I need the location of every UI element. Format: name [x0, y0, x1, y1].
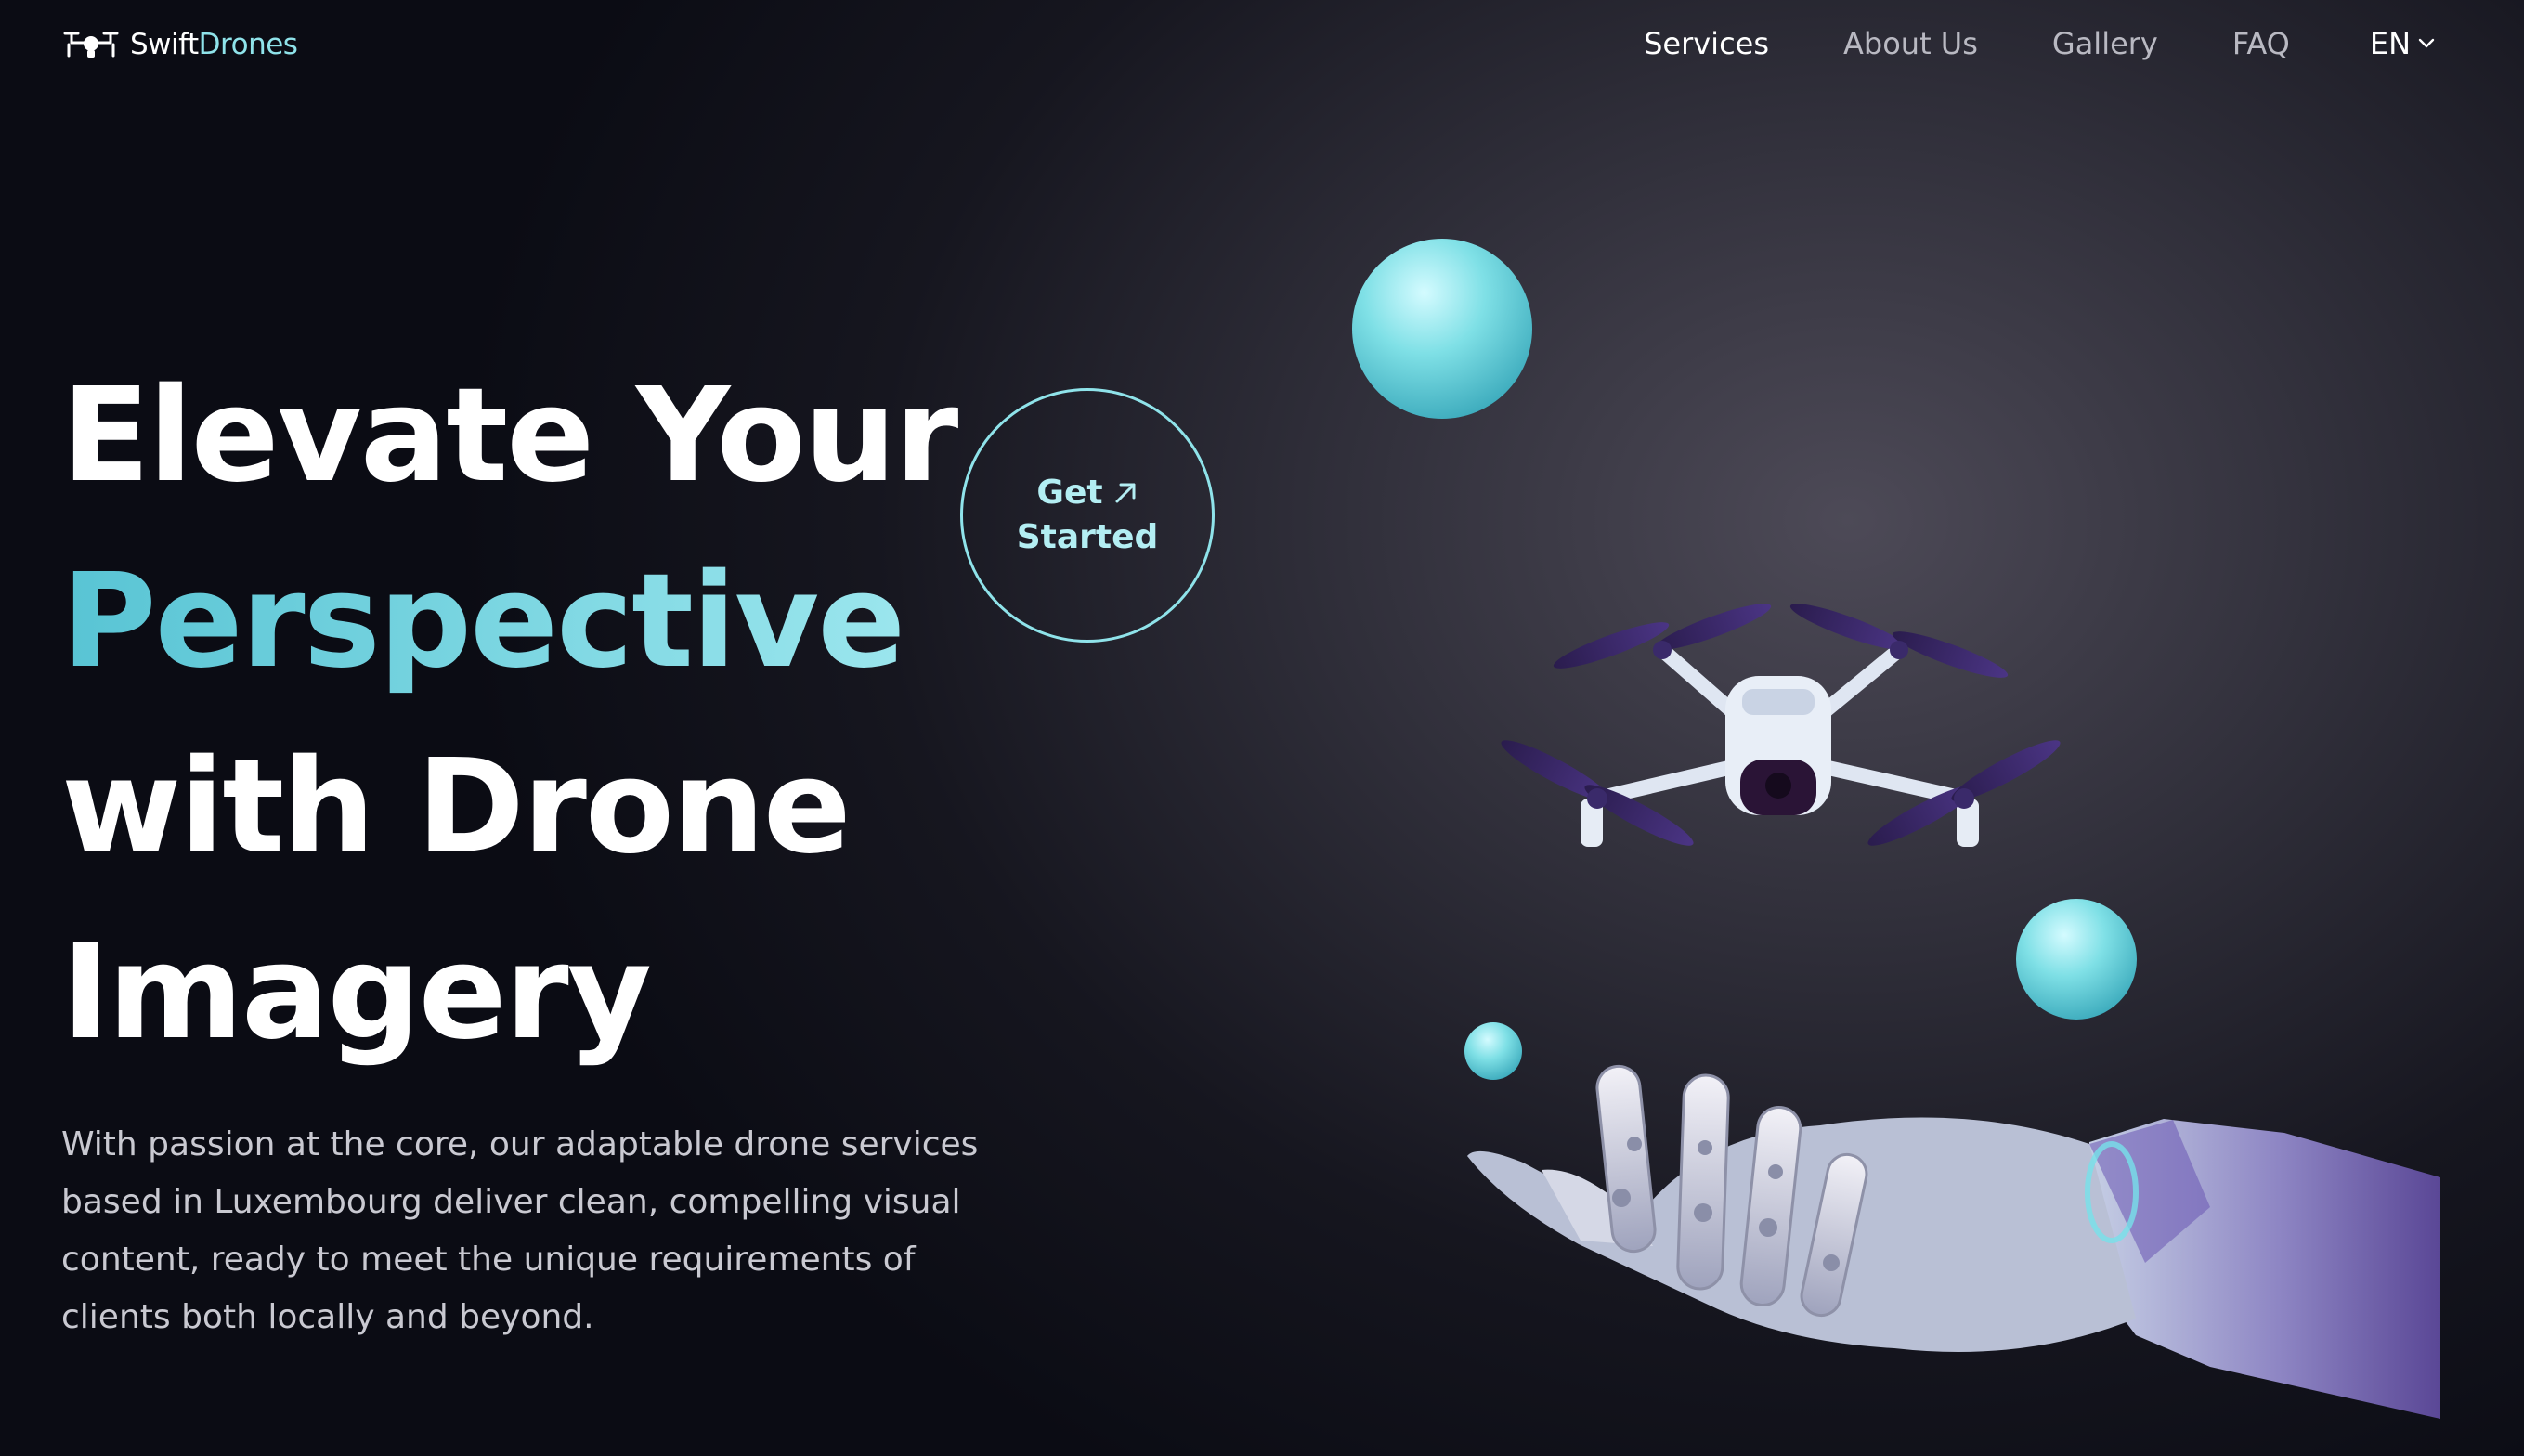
arrow-up-right-icon: [1115, 483, 1136, 503]
nav-links: Services About Us Gallery FAQ EN: [1569, 26, 2435, 61]
headline-line-4: Imagery: [61, 917, 652, 1069]
headline-line-3: with Drone: [61, 732, 852, 883]
nav-link-about-us[interactable]: About Us: [1843, 26, 1978, 61]
top-nav: SwiftDrones Services About Us Gallery FA…: [0, 0, 2524, 93]
drone-icon: [1501, 604, 2061, 847]
chevron-down-icon: [2418, 38, 2435, 48]
brand-name-part1: Swift: [130, 28, 199, 61]
language-label: EN: [2369, 26, 2411, 61]
drone-logo-icon: [63, 32, 119, 58]
landing-page: SwiftDrones Services About Us Gallery FA…: [0, 0, 2524, 1456]
sphere-icon: [1464, 1022, 1522, 1080]
hero-description: With passion at the core, our adaptable …: [61, 1125, 979, 1336]
brand-logo[interactable]: SwiftDrones: [61, 24, 298, 65]
nav-link-gallery[interactable]: Gallery: [2052, 26, 2158, 61]
cta-label-line-2: Started: [1016, 518, 1159, 556]
brand-name: SwiftDrones: [130, 28, 298, 61]
nav-link-faq[interactable]: FAQ: [2232, 26, 2290, 61]
cta-row-1: Get: [1036, 471, 1138, 515]
cta-label-line-1: Get: [1036, 474, 1103, 512]
sphere-icon: [1352, 239, 1532, 419]
headline-line-1: Elevate Your: [61, 360, 958, 512]
get-started-button[interactable]: Get Started: [960, 388, 1215, 643]
brand-name-part2: Drones: [198, 28, 298, 61]
language-selector[interactable]: EN: [2370, 26, 2435, 61]
sphere-icon: [2016, 899, 2137, 1020]
hero-headline: Elevate Your Perspective with Drone Imag…: [61, 344, 958, 1086]
headline-line-2: Perspective: [61, 529, 956, 715]
nav-link-services[interactable]: Services: [1644, 26, 1769, 61]
robot-hand-icon: [1467, 1064, 2440, 1419]
